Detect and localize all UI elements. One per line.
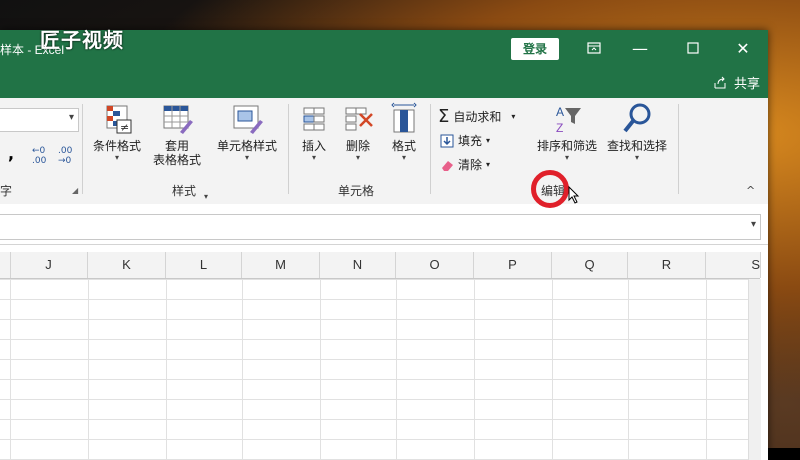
watermark-text: 匠子视频 — [40, 28, 124, 52]
maximize-icon[interactable] — [670, 30, 716, 68]
chevron-down-icon: ▾ — [401, 153, 406, 162]
formula-input[interactable]: ▾ — [0, 214, 761, 240]
close-icon[interactable]: ✕ — [720, 30, 766, 68]
chevron-down-icon: ▾ — [511, 112, 516, 121]
chevron-down-icon: ▾ — [114, 153, 119, 162]
autosum-label: 自动求和 — [453, 110, 502, 124]
delete-label: 删除 — [345, 139, 370, 153]
format-button[interactable]: 格式 ▾ — [384, 102, 424, 163]
decrease-decimal-button[interactable]: .00 →0 — [58, 146, 78, 166]
column-header-q[interactable]: Q — [552, 252, 628, 278]
share-label: 共享 — [733, 77, 760, 92]
ribbon: ▾ , ←0 .00 .00 →0 字 ◢ ≠ 条件格式 ▾ 套用 表格格式 ▾… — [0, 98, 768, 205]
excel-window: 样本 - Excel 登录 — ✕ 共享 ▾ , ←0 .00 .00 →0 字… — [0, 30, 768, 460]
chevron-down-icon: ▾ — [204, 192, 209, 201]
table-format-label: 套用 — [164, 139, 189, 153]
share-bar: 共享 — [0, 68, 768, 98]
column-header-s[interactable]: S — [706, 252, 761, 278]
svg-text:A: A — [556, 105, 564, 119]
formula-bar: ▾ — [0, 204, 768, 245]
delete-button[interactable]: 删除 ▾ — [338, 102, 378, 163]
sort-filter-button[interactable]: A Z 排序和筛选 ▾ — [532, 102, 602, 163]
column-header-k[interactable]: K — [88, 252, 166, 278]
number-group-label: 字 — [0, 184, 13, 198]
share-icon — [714, 76, 726, 88]
conditional-format-label: 条件格式 — [92, 139, 141, 153]
chevron-down-icon: ▾ — [311, 153, 316, 162]
svg-text:≠: ≠ — [120, 121, 129, 134]
column-header-o[interactable]: O — [396, 252, 474, 278]
sort-filter-icon: A Z — [556, 105, 581, 135]
collapse-ribbon-icon[interactable]: ^ — [746, 184, 755, 197]
cell-style-icon — [233, 105, 263, 134]
separator — [430, 104, 431, 194]
mouse-cursor-icon — [568, 186, 580, 204]
sort-filter-label: 排序和筛选 — [536, 139, 597, 153]
column-header-j[interactable]: J — [10, 252, 88, 278]
separator — [82, 104, 83, 194]
separator — [288, 104, 289, 194]
conditional-format-button[interactable]: ≠ 条件格式 ▾ — [88, 102, 146, 163]
chevron-down-icon: ▾ — [244, 153, 249, 162]
column-header-l[interactable]: L — [166, 252, 242, 278]
comma-style-button[interactable]: , — [8, 144, 14, 163]
column-header-m[interactable]: M — [242, 252, 320, 278]
login-button[interactable]: 登录 — [511, 38, 559, 60]
minimize-icon[interactable]: — — [617, 30, 663, 68]
separator — [678, 104, 679, 194]
eraser-icon — [442, 160, 453, 171]
cells-group-label: 单元格 — [338, 184, 375, 198]
fill-label: 填充 — [458, 134, 483, 148]
svg-text:Z: Z — [556, 121, 563, 135]
fill-down-icon — [440, 134, 454, 147]
chevron-down-icon: ▾ — [355, 153, 360, 162]
insert-button[interactable]: 插入 ▾ — [294, 102, 334, 163]
autosum-button[interactable]: Σ 自动求和 ▾ — [438, 106, 515, 127]
chevron-down-icon: ▾ — [486, 160, 491, 169]
highlight-circle — [531, 170, 569, 208]
cell-style-button[interactable]: 单元格样式 ▾ — [212, 102, 282, 163]
delete-cells-icon — [345, 107, 373, 131]
format-label: 格式 — [391, 139, 416, 153]
chevron-down-icon: ▾ — [564, 153, 569, 162]
table-format-icon — [163, 105, 193, 134]
chevron-down-icon[interactable]: ▾ — [751, 219, 756, 230]
clear-button[interactable]: 清除 ▾ — [440, 156, 490, 173]
find-select-button[interactable]: 查找和选择 ▾ — [604, 102, 670, 163]
number-format-dropdown[interactable]: ▾ — [0, 108, 79, 132]
insert-cells-icon — [303, 107, 325, 131]
chevron-down-icon: ▾ — [68, 112, 74, 123]
insert-label: 插入 — [301, 139, 326, 153]
dialog-launcher-icon[interactable]: ◢ — [72, 186, 78, 195]
conditional-format-icon: ≠ — [106, 105, 132, 134]
column-headers: J K L M N O P Q R S — [0, 252, 761, 279]
magnifier-icon — [623, 103, 651, 133]
chevron-down-icon: ▾ — [486, 136, 491, 145]
column-header-r[interactable]: R — [628, 252, 706, 278]
clear-label: 清除 — [458, 158, 483, 172]
table-format-label-2: 表格格式 — [152, 153, 201, 167]
styles-group-label: 样式 — [172, 184, 197, 198]
column-header-p[interactable]: P — [474, 252, 552, 278]
sigma-icon: Σ — [438, 106, 450, 127]
chevron-down-icon: ▾ — [634, 153, 639, 162]
find-select-label: 查找和选择 — [606, 139, 667, 153]
cell-style-label: 单元格样式 — [216, 139, 277, 153]
table-format-button[interactable]: 套用 表格格式 — [146, 102, 208, 167]
column-header-n[interactable]: N — [320, 252, 396, 278]
increase-decimal-button[interactable]: ←0 .00 — [32, 146, 50, 166]
ribbon-display-options-icon[interactable] — [571, 30, 617, 68]
fill-button[interactable]: 填充 ▾ — [440, 132, 490, 149]
vertical-scrollbar[interactable] — [748, 279, 761, 460]
share-button[interactable]: 共享 — [712, 73, 760, 92]
cell-grid[interactable] — [0, 279, 748, 460]
format-cells-icon — [391, 102, 417, 133]
